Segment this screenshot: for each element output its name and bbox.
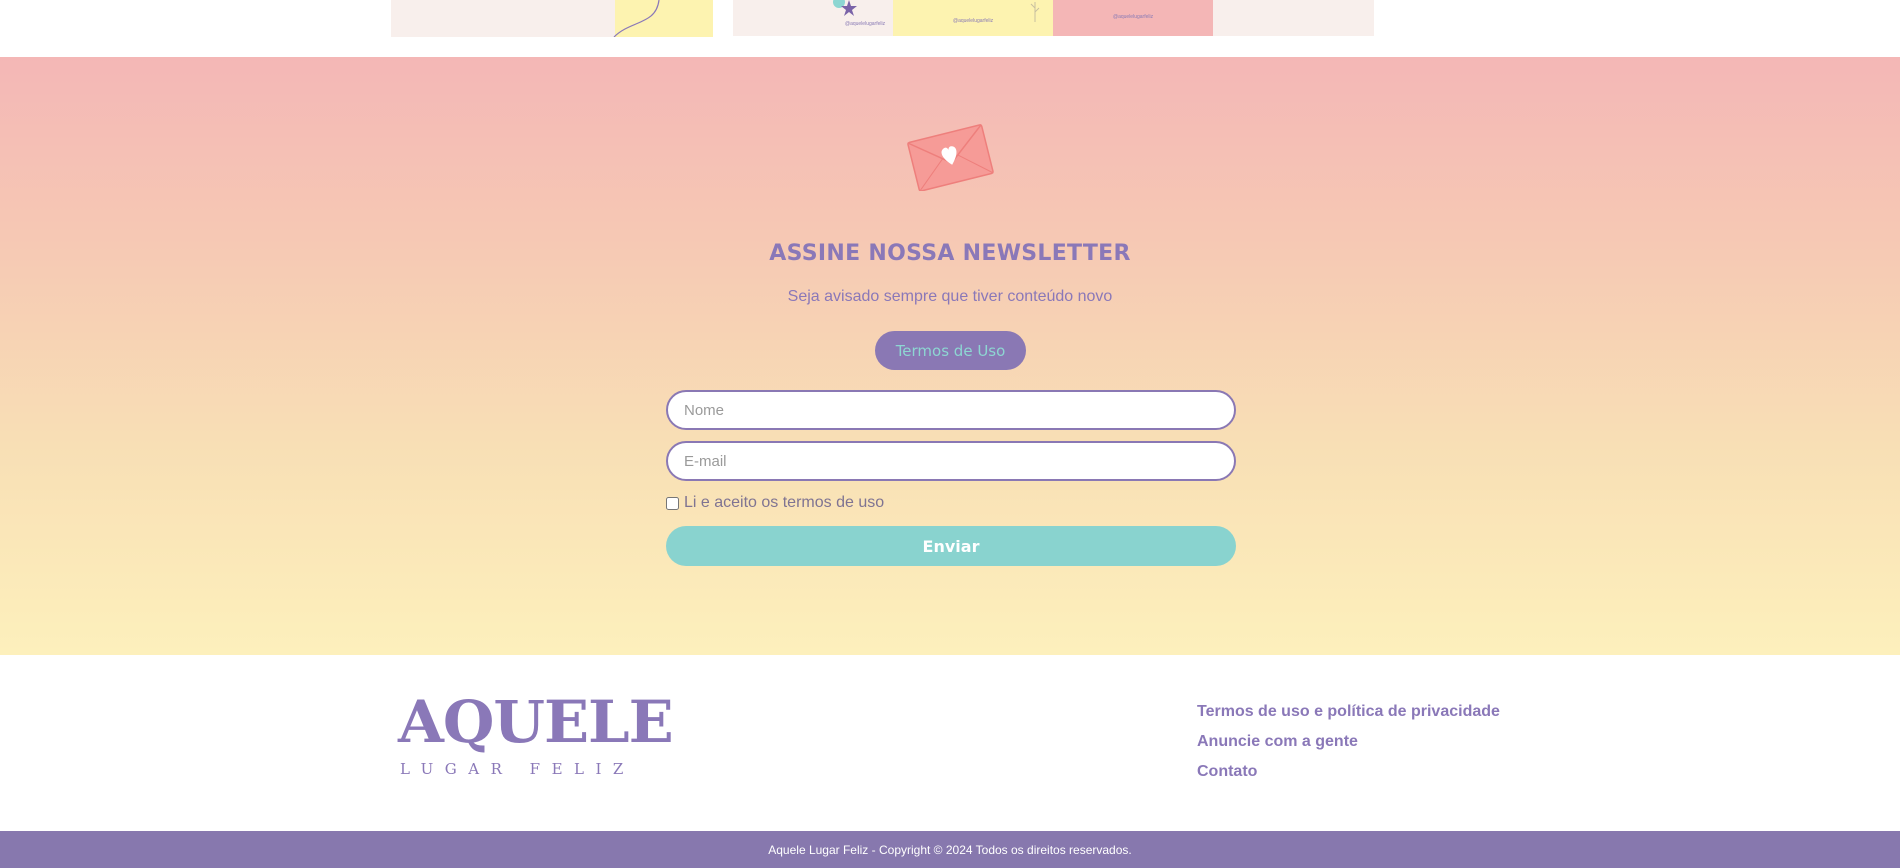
curve-line-decoration [613, 0, 660, 37]
logo-tagline: LUGAR FELIZ [400, 760, 635, 778]
plant-sprig-icon [1030, 2, 1040, 22]
newsletter-title: ASSINE NOSSA NEWSLETTER [769, 241, 1131, 266]
footer-link-terms-privacy[interactable]: Termos de uso e política de privacidade [1197, 702, 1500, 722]
card-handle-3: @aquelelugarfeliz [1113, 14, 1154, 20]
image-card-left[interactable] [391, 0, 713, 37]
footer-nav: Termos de uso e política de privacidade … [1197, 702, 1500, 782]
card-handle-2: @aquelelugarfeliz [953, 18, 994, 24]
newsletter-section: ASSINE NOSSA NEWSLETTER Seja avisado sem… [0, 57, 1900, 655]
copyright-bar: Aquele Lugar Feliz - Copyright © 2024 To… [0, 831, 1900, 868]
newsletter-subtitle: Seja avisado sempre que tiver conteúdo n… [787, 288, 1113, 305]
name-input[interactable] [666, 390, 1236, 430]
grid-panel-4 [1213, 0, 1374, 36]
card-handle-1: @aquelelugarfeliz [845, 21, 886, 27]
consent-row[interactable]: Li e aceito os termos de uso [666, 494, 884, 512]
consent-checkbox[interactable] [666, 496, 679, 510]
site-logo[interactable]: AQUELE LUGAR FELIZ [398, 693, 674, 783]
consent-label: Li e aceito os termos de uso [684, 494, 885, 511]
grid-panel-1 [733, 0, 893, 36]
email-input[interactable] [666, 441, 1236, 481]
image-card-instagram-grid[interactable]: @aquelelugarfeliz @aquelelugarfeliz @aqu… [733, 0, 1374, 36]
top-image-strip: @aquelelugarfeliz @aquelelugarfeliz @aqu… [0, 0, 1900, 57]
envelope-heart-icon [907, 124, 994, 191]
site-footer: AQUELE LUGAR FELIZ Termos de uso e polít… [0, 655, 1900, 831]
logo-wordmark: AQUELE [398, 688, 674, 756]
footer-link-advertise[interactable]: Anuncie com a gente [1197, 732, 1500, 752]
submit-button[interactable]: Enviar [666, 526, 1236, 566]
star-icon [833, 0, 857, 16]
footer-link-contact[interactable]: Contato [1197, 762, 1500, 782]
copyright-text: Aquele Lugar Feliz - Copyright © 2024 To… [768, 842, 1132, 857]
terms-of-use-button[interactable]: Termos de Uso [875, 331, 1026, 370]
